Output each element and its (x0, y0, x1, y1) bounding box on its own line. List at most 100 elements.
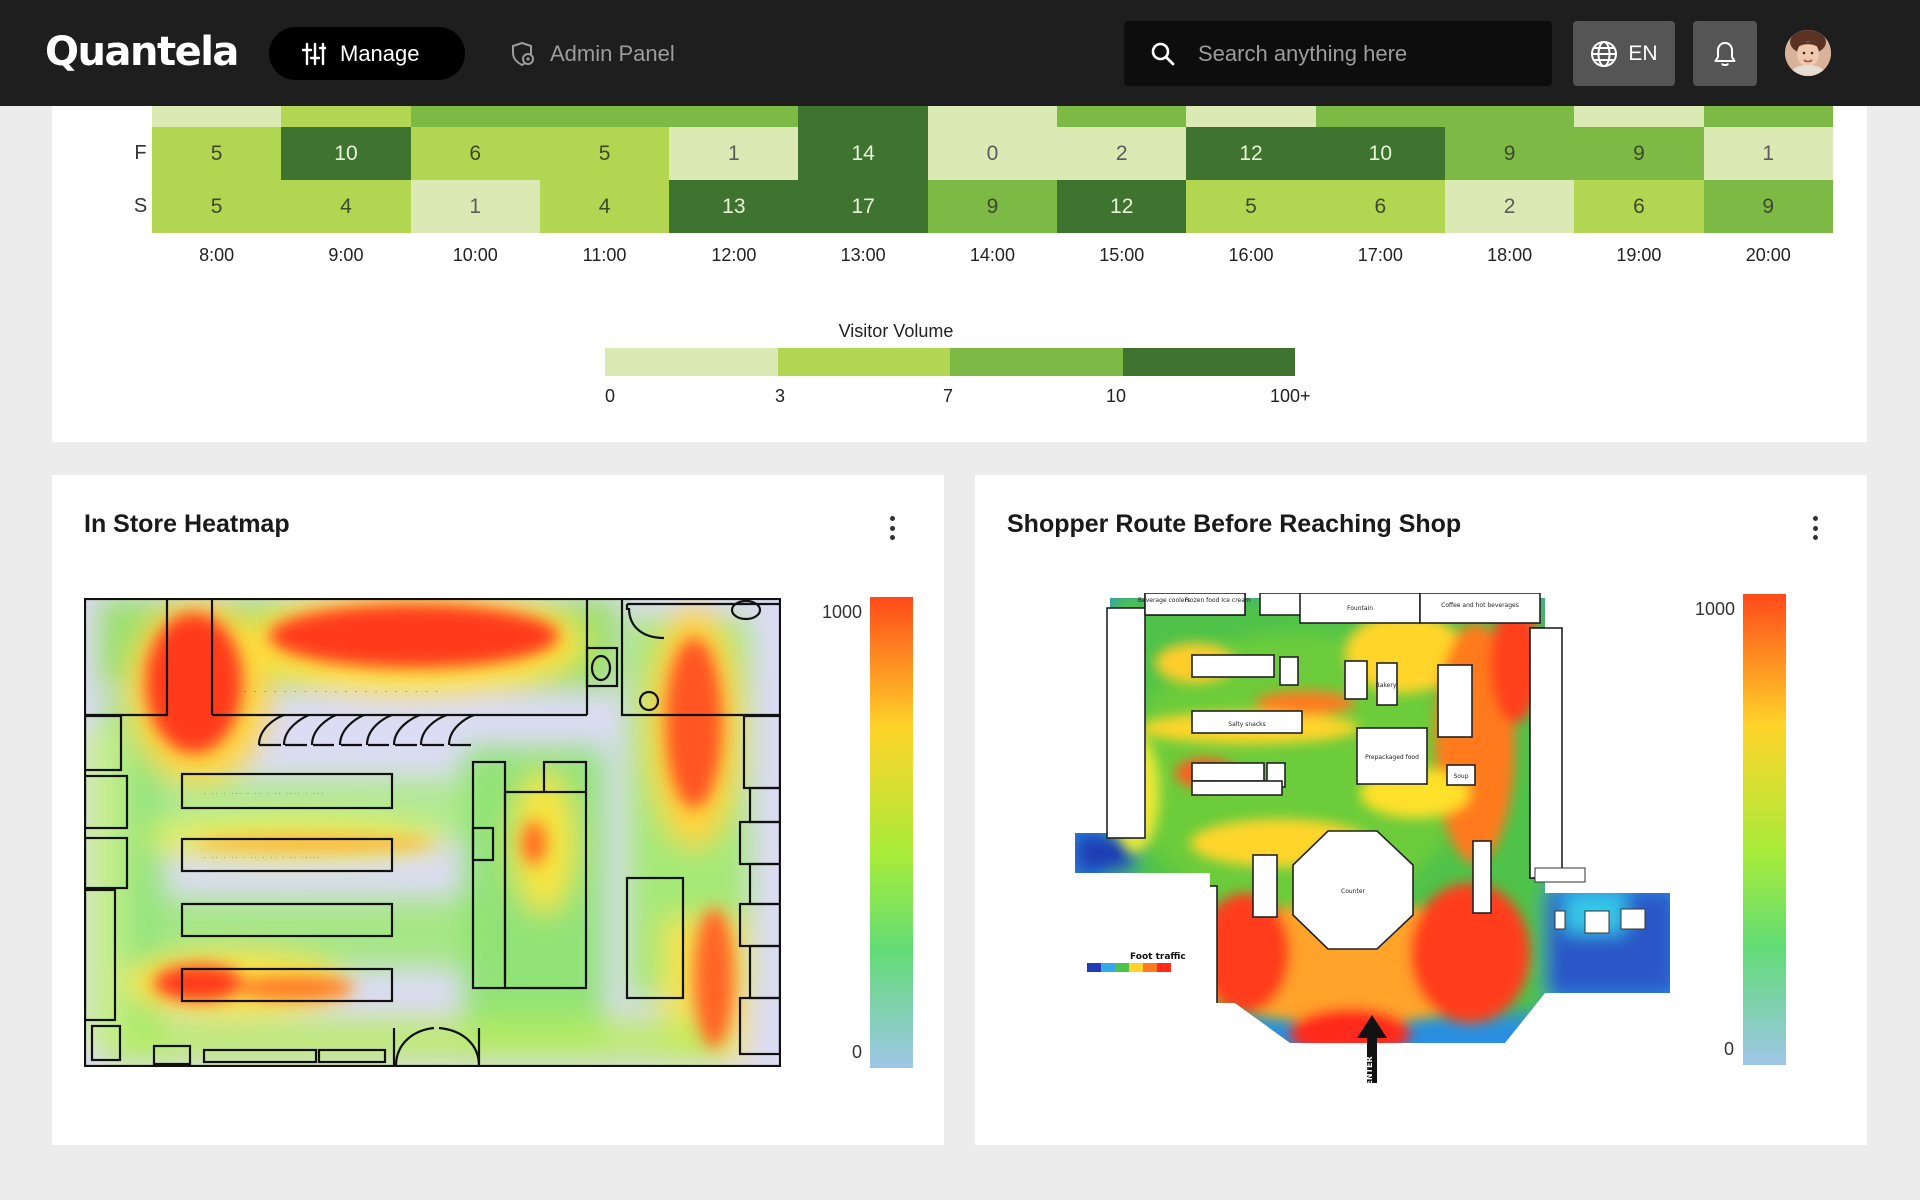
heatmap-cell: 4 (539, 180, 670, 233)
heatmap-cell: 12 (1057, 180, 1187, 233)
in-store-heatmap-card: In Store Heatmap - - - - - - - - - - - -… (52, 475, 944, 1145)
legend-tick: 100+ (1270, 386, 1311, 406)
legend-swatch (950, 348, 1123, 376)
sliders-icon (302, 42, 326, 65)
legend-bar (605, 348, 1295, 376)
counter-label: Counter (1341, 888, 1366, 895)
enter-label: ENTER (1365, 1056, 1374, 1083)
manage-label: Manage (340, 40, 420, 66)
beverage-coolers-label: Beverage coolers (1138, 597, 1190, 604)
manage-button[interactable]: Manage (269, 27, 465, 80)
heatmap-cell: 13 (669, 180, 799, 233)
hour-label: 11:00 (582, 245, 627, 265)
hour-label: 19:00 (1616, 245, 1662, 265)
hour-label: 10:00 (452, 245, 498, 265)
heatmap-cell: 5 (539, 127, 670, 180)
search-box (1124, 21, 1552, 86)
legend-swatch (777, 348, 950, 376)
in-store-color-scale (870, 597, 913, 1068)
shopper-route-map: Beverage coolers Frozen food Ice cream F… (1075, 593, 1670, 1083)
legend-tick: 3 (775, 386, 786, 406)
svg-text:- - - - - - - - - - - - - - -: - - - - - - - - - - - - - - - - - - - - … (234, 688, 441, 695)
in-store-heatmap-image: - - - - - - - - - - - - - - - - - - - - … (84, 598, 781, 1067)
heatmap-cell: 5 (152, 180, 282, 233)
scale-min-label: 0 (1724, 1039, 1735, 1059)
hour-label: 15:00 (1099, 245, 1145, 265)
heatmap-cell: 6 (410, 127, 540, 180)
coffee-label: Coffee and hot beverages (1441, 602, 1519, 609)
hour-label: 8:00 (199, 245, 235, 265)
hour-label: 16:00 (1228, 245, 1274, 265)
heatmap-cell: 17 (798, 180, 928, 233)
hour-label: 9:00 (328, 245, 364, 265)
scale-min-label: 0 (852, 1042, 863, 1062)
avatar-image (1785, 30, 1831, 76)
hour-label: 13:00 (840, 245, 886, 265)
scale-max-label: 1000 (822, 602, 863, 622)
heatmap-cell: 9 (1703, 180, 1833, 233)
card-title: In Store Heatmap (84, 510, 290, 538)
search-input[interactable] (1198, 40, 1528, 67)
language-label: EN (1628, 41, 1658, 65)
heatmap-cell: 1 (410, 180, 540, 233)
fountain-label: Fountain (1347, 605, 1373, 612)
heatmap-cell: 9 (1574, 127, 1704, 180)
heatmap-cell: 2 (1057, 127, 1187, 180)
svg-text:. .. . .. . .. . .. . .. ...: . .. . .. . .. . .. . .. ..... (204, 853, 321, 860)
heatmap-cell: 6 (1574, 180, 1704, 233)
frozen-food-label: Frozen food (1185, 597, 1220, 604)
language-button[interactable]: EN (1573, 21, 1675, 86)
notifications-button[interactable] (1693, 21, 1757, 86)
route-color-scale (1743, 594, 1786, 1065)
hour-label: 18:00 (1487, 245, 1533, 265)
user-avatar[interactable] (1785, 30, 1831, 76)
globe-icon (1591, 40, 1618, 67)
heatmap-cell: 6 (1315, 180, 1445, 233)
heatmap-cell: 5 (1186, 180, 1316, 233)
more-options-icon[interactable] (1803, 513, 1827, 543)
legend-swatch (605, 348, 778, 376)
soup-label: Soup (1453, 773, 1468, 780)
shopper-route-card: Shopper Route Before Reaching Shop Bever… (975, 475, 1867, 1145)
prepackaged-label: Prepackaged food (1365, 754, 1419, 761)
heatmap-cell: 9 (927, 180, 1058, 233)
legend-tick: 0 (605, 386, 616, 406)
logo[interactable]: Quantela (45, 26, 239, 78)
heatmap-cell: 10 (281, 127, 411, 180)
hour-axis: 8:00 9:00 10:00 11:00 12:00 13:00 14:00 15:00 16… (152, 245, 1833, 266)
heatmap-row-s: 5 4 1 4 13 17 9 12 5 6 2 6 9 (152, 180, 1833, 233)
svg-text:. .. . ... . .. . .. .... .: . .. . ... . .. . .. .... . ... (204, 789, 325, 796)
legend-tick: 7 (943, 386, 954, 406)
legend-tick: 10 (1106, 386, 1127, 406)
heatmap-cell: 0 (927, 127, 1058, 180)
heatmap-row-f: 5 10 6 5 1 14 0 2 12 10 9 9 1 (152, 127, 1833, 180)
bell-icon (1714, 41, 1736, 66)
shield-gear-icon (512, 41, 534, 66)
heatmap-cell: 4 (281, 180, 411, 233)
more-options-icon[interactable] (880, 513, 904, 543)
search-icon (1151, 42, 1175, 65)
legend-title: Visitor Volume (838, 321, 954, 341)
scale-max-label: 1000 (1695, 599, 1736, 619)
hour-label: 12:00 (711, 245, 757, 265)
legend-swatch (1122, 348, 1295, 376)
heatmap-cell: 2 (1444, 180, 1575, 233)
salty-snacks-label: Salty snacks (1228, 721, 1265, 728)
card-title: Shopper Route Before Reaching Shop (1007, 510, 1462, 538)
foot-traffic-label: Foot traffic (1130, 952, 1186, 962)
foot-traffic-legend: Foot traffic (1087, 952, 1186, 972)
heatmap-cell: 5 (152, 127, 282, 180)
ice-cream-label: Ice cream (1221, 597, 1251, 604)
hour-label: 17:00 (1357, 245, 1403, 265)
heatmap-cell: 1 (1703, 127, 1833, 180)
heatmap-cell: 14 (798, 127, 928, 180)
hour-label: 14:00 (969, 245, 1015, 265)
top-bar: Quantela Manage Admin Panel Search anyth… (0, 0, 1920, 106)
heatmap-cell: 1 (669, 127, 799, 180)
admin-panel-link[interactable]: Admin Panel (510, 27, 675, 80)
bakery-label: Bakery (1376, 682, 1397, 689)
heatmap-cell: 10 (1315, 127, 1445, 180)
hour-label: 20:00 (1745, 245, 1791, 265)
heatmap-cell: 12 (1186, 127, 1316, 180)
heatmap-cell: 9 (1444, 127, 1575, 180)
